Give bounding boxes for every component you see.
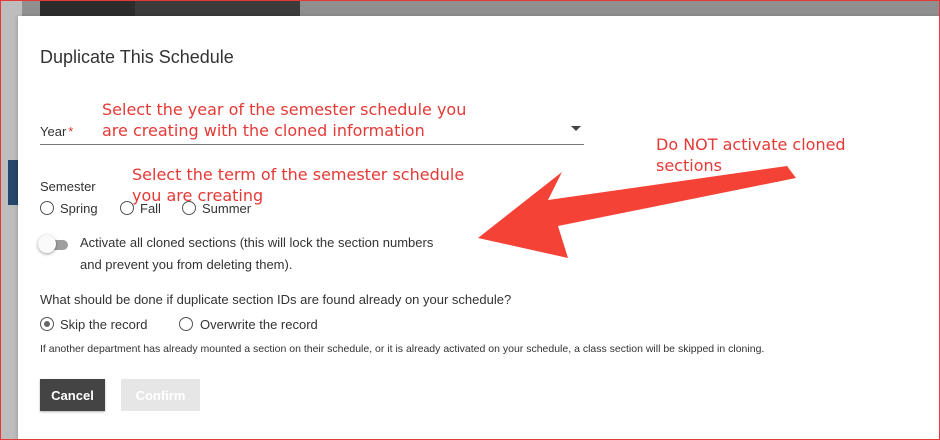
annotation-arrow xyxy=(478,166,796,258)
annotation-arrow-shape xyxy=(478,166,796,258)
